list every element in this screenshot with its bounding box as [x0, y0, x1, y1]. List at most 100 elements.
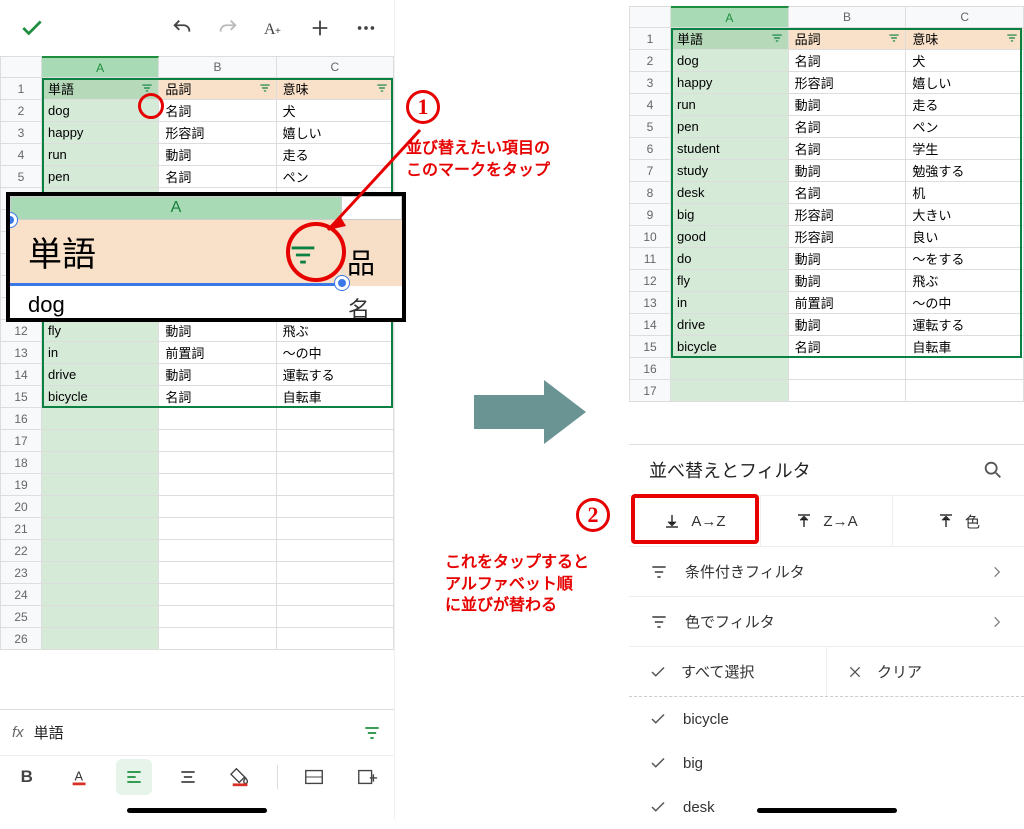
- cell[interactable]: 〜をする: [906, 248, 1024, 270]
- cell[interactable]: [42, 474, 159, 496]
- cell[interactable]: [42, 452, 159, 474]
- cell[interactable]: [277, 584, 394, 606]
- cell[interactable]: [277, 540, 394, 562]
- cell[interactable]: 動詞: [159, 364, 276, 386]
- cell[interactable]: fly: [42, 320, 159, 342]
- cell[interactable]: 名詞: [789, 116, 907, 138]
- cell[interactable]: [277, 430, 394, 452]
- undo-button[interactable]: [162, 8, 202, 48]
- cell[interactable]: 自転車: [906, 336, 1024, 358]
- filter-item[interactable]: bicycle: [629, 697, 1024, 741]
- conditional-filter-row[interactable]: 条件付きフィルタ: [629, 547, 1024, 597]
- row-header[interactable]: 3: [0, 122, 42, 144]
- cell[interactable]: [159, 408, 276, 430]
- cell[interactable]: 動詞: [159, 144, 276, 166]
- align-left-button[interactable]: [116, 759, 152, 795]
- cell[interactable]: 名詞: [789, 138, 907, 160]
- cell[interactable]: [159, 452, 276, 474]
- add-button[interactable]: [300, 8, 340, 48]
- cell[interactable]: [277, 606, 394, 628]
- row-header[interactable]: 16: [0, 408, 42, 430]
- cell[interactable]: [277, 628, 394, 650]
- cell[interactable]: [42, 562, 159, 584]
- select-all-button[interactable]: すべて選択: [629, 647, 826, 696]
- cell[interactable]: 良い: [906, 226, 1024, 248]
- row-header[interactable]: 15: [0, 386, 42, 408]
- cell[interactable]: bicycle: [42, 386, 159, 408]
- cell[interactable]: 動詞: [789, 270, 907, 292]
- row-header[interactable]: 5: [629, 116, 671, 138]
- sheet-right[interactable]: A B C 1単語品詞意味2dog名詞犬3happy形容詞嬉しい4run動詞走る…: [629, 6, 1024, 402]
- col-header-b[interactable]: B: [159, 56, 276, 78]
- cell[interactable]: 名詞: [159, 100, 276, 122]
- cell[interactable]: [906, 358, 1024, 380]
- cell[interactable]: study: [671, 160, 789, 182]
- cell[interactable]: in: [42, 342, 159, 364]
- row-header[interactable]: 12: [0, 320, 42, 342]
- filter-icon[interactable]: [1005, 31, 1019, 45]
- fill-color-button[interactable]: [223, 759, 259, 795]
- cell[interactable]: student: [671, 138, 789, 160]
- row-header[interactable]: 1: [629, 28, 671, 50]
- cell[interactable]: pen: [671, 116, 789, 138]
- cell[interactable]: dog: [671, 50, 789, 72]
- cell[interactable]: 嬉しい: [906, 72, 1024, 94]
- row-header[interactable]: 17: [629, 380, 671, 402]
- row-header[interactable]: 23: [0, 562, 42, 584]
- select-all-corner[interactable]: [629, 6, 671, 28]
- cell[interactable]: [277, 452, 394, 474]
- cell[interactable]: 動詞: [789, 94, 907, 116]
- cell[interactable]: [277, 408, 394, 430]
- cell[interactable]: [671, 358, 789, 380]
- col-header-a[interactable]: A: [671, 6, 789, 28]
- cell[interactable]: [277, 518, 394, 540]
- cell[interactable]: ペン: [906, 116, 1024, 138]
- cell[interactable]: [42, 518, 159, 540]
- accept-button[interactable]: [8, 8, 56, 48]
- cell[interactable]: [42, 606, 159, 628]
- insert-button[interactable]: [349, 759, 385, 795]
- cell[interactable]: 形容詞: [789, 72, 907, 94]
- row-header[interactable]: 22: [0, 540, 42, 562]
- cell[interactable]: big: [671, 204, 789, 226]
- cell[interactable]: [42, 540, 159, 562]
- row-header[interactable]: 16: [629, 358, 671, 380]
- cell[interactable]: 勉強する: [906, 160, 1024, 182]
- cell[interactable]: 大きい: [906, 204, 1024, 226]
- col-header-c[interactable]: C: [277, 56, 394, 78]
- clear-button[interactable]: クリア: [826, 647, 1024, 696]
- row-header[interactable]: 4: [629, 94, 671, 116]
- cell[interactable]: 机: [906, 182, 1024, 204]
- cell[interactable]: 運転する: [906, 314, 1024, 336]
- cell[interactable]: [159, 628, 276, 650]
- cell[interactable]: [277, 474, 394, 496]
- header-cell[interactable]: 意味: [277, 78, 394, 100]
- row-header[interactable]: 25: [0, 606, 42, 628]
- row-header[interactable]: 20: [0, 496, 42, 518]
- row-header[interactable]: 24: [0, 584, 42, 606]
- row-header[interactable]: 17: [0, 430, 42, 452]
- cell[interactable]: [159, 430, 276, 452]
- search-icon[interactable]: [982, 459, 1004, 481]
- cell[interactable]: happy: [671, 72, 789, 94]
- filter-icon[interactable]: [375, 81, 389, 95]
- cell[interactable]: [42, 584, 159, 606]
- cell[interactable]: 学生: [906, 138, 1024, 160]
- filter-item[interactable]: big: [629, 741, 1024, 785]
- row-header[interactable]: 15: [629, 336, 671, 358]
- cell[interactable]: do: [671, 248, 789, 270]
- header-cell[interactable]: 単語: [671, 28, 789, 50]
- col-header-a[interactable]: A: [42, 56, 159, 78]
- header-cell[interactable]: 品詞: [159, 78, 276, 100]
- filter-icon[interactable]: [362, 723, 382, 743]
- cell[interactable]: [789, 358, 907, 380]
- row-header[interactable]: 1: [0, 78, 42, 100]
- row-header[interactable]: 21: [0, 518, 42, 540]
- filter-item[interactable]: desk: [629, 785, 1024, 829]
- cell[interactable]: [159, 474, 276, 496]
- text-color-button[interactable]: A: [62, 759, 98, 795]
- cell[interactable]: [277, 562, 394, 584]
- col-header-c[interactable]: C: [906, 6, 1024, 28]
- font-button[interactable]: A+: [254, 8, 294, 48]
- cell[interactable]: [671, 380, 789, 402]
